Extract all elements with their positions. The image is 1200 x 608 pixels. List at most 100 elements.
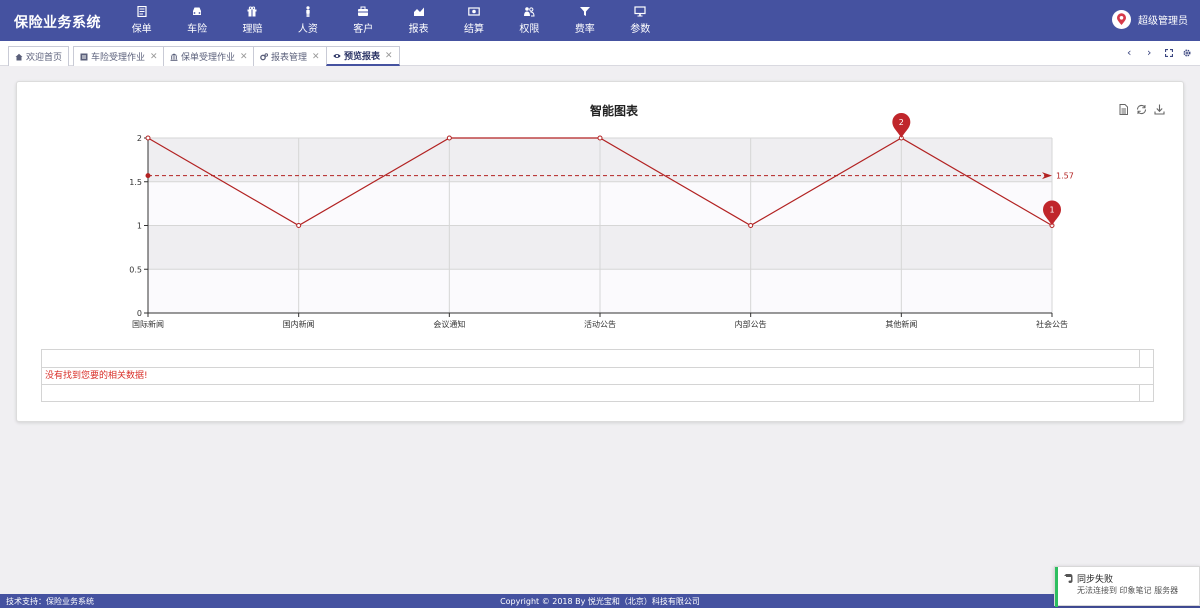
x-tick-label: 活动公告 (584, 319, 616, 329)
mark-point-label: 2 (899, 118, 904, 127)
data-point (446, 135, 452, 141)
close-icon[interactable]: ✕ (150, 52, 158, 62)
mark-line-label: 1.57 (1056, 172, 1074, 181)
tab-label: 车险受理作业 (91, 53, 146, 63)
nav-item-permissions[interactable]: 权限 (502, 0, 557, 41)
nav-item-label: 参数 (630, 24, 651, 35)
nav-item-label: 客户 (353, 24, 374, 35)
x-tick-label: 其他新闻 (885, 319, 917, 329)
tab-label: 保单受理作业 (181, 53, 236, 63)
empty-message: 没有找到您要的相关数据! (42, 368, 1153, 385)
nav-item-parameters[interactable]: 参数 (613, 0, 668, 41)
gift-icon (247, 6, 257, 17)
prev-icon[interactable]: ‹ (1127, 46, 1131, 59)
nav-item-label: 结算 (464, 24, 485, 35)
gears-icon (260, 52, 268, 60)
nav-item-label: 权限 (519, 24, 540, 35)
tab-welcome[interactable]: 欢迎首页 (8, 46, 70, 66)
bank-icon (170, 53, 178, 61)
next-icon[interactable]: › (1147, 46, 1151, 59)
tab-label: 预览报表 (344, 52, 381, 62)
filter-icon (579, 7, 590, 16)
line-chart: 0 0.5 1 1.5 2 国际新闻 国内新闻 会议通知 活动公告 内部公告 其他新闻 社会公告 智能图… (129, 103, 1074, 329)
nav-item-reports[interactable]: 报表 (391, 0, 446, 41)
briefcase-icon (358, 6, 369, 16)
person-icon (306, 6, 310, 17)
data-view-icon[interactable] (1118, 104, 1129, 115)
y-tick-label: 0.5 (129, 265, 142, 274)
table-header-row (42, 350, 1153, 368)
avatar (1112, 10, 1131, 29)
nav-item-hr[interactable]: 人资 (280, 0, 335, 41)
toast-message: 无法连接到 印象笔记 服务器 (1077, 586, 1179, 595)
nav-item-settlement[interactable]: 结算 (446, 0, 501, 41)
user-menu[interactable]: 超级管理员 (1112, 10, 1188, 29)
data-point (145, 135, 151, 141)
data-point (748, 223, 754, 228)
x-tick-label: 国内新闻 (283, 319, 315, 329)
chart-title: 智能图表 (589, 103, 639, 118)
toast-title: 同步失败 (1077, 575, 1114, 585)
y-tick-label: 2 (137, 134, 142, 143)
tab-preview-report[interactable]: 预览报表 ✕ (326, 46, 400, 66)
data-point (597, 135, 603, 141)
table-scroll-cell (1139, 385, 1153, 401)
data-table: 没有找到您要的相关数据! (41, 349, 1154, 402)
nav-item-label: 费率 (574, 24, 595, 35)
evernote-icon (1064, 574, 1073, 583)
mark-line-start-symbol (145, 173, 151, 179)
car-icon (193, 7, 202, 15)
monitor-icon (634, 6, 646, 17)
area-chart-icon (413, 7, 424, 16)
home-icon (15, 53, 23, 60)
nav-item-policy[interactable]: 保单 (114, 0, 169, 41)
chart-toolbox (1118, 104, 1165, 115)
x-tick-label: 社会公告 (1036, 319, 1068, 329)
sync-failed-toast[interactable]: 同步失败 无法连接到 印象笔记 服务器 (1054, 566, 1200, 607)
location-pin-icon (1117, 13, 1126, 25)
nav-item-customer[interactable]: 客户 (336, 0, 391, 41)
restore-icon[interactable] (1136, 104, 1147, 115)
tab-auto-acceptance[interactable]: 车险受理作业 ✕ (73, 46, 165, 66)
settings-icon[interactable] (1183, 49, 1191, 57)
x-tick-label: 内部公告 (735, 319, 767, 329)
close-icon[interactable]: ✕ (240, 52, 248, 62)
close-icon[interactable]: ✕ (385, 51, 393, 61)
user-name: 超级管理员 (1138, 16, 1188, 27)
tab-policy-acceptance[interactable]: 保单受理作业 ✕ (163, 46, 255, 66)
nav-item-rates[interactable]: 费率 (557, 0, 612, 41)
eye-icon (333, 53, 341, 58)
table-scroll-cell (1139, 350, 1153, 367)
data-point (296, 223, 302, 228)
nav-item-label: 理赔 (242, 24, 263, 35)
nav-item-claims[interactable]: 理赔 (225, 0, 280, 41)
save-image-icon[interactable] (1154, 104, 1165, 115)
nav-item-label: 车险 (187, 24, 208, 35)
y-tick-label: 1.5 (129, 178, 142, 187)
nav-item-auto[interactable]: 车险 (169, 0, 224, 41)
document-icon (137, 6, 147, 17)
y-tick-label: 0 (137, 309, 142, 318)
nav-item-label: 报表 (408, 24, 429, 35)
money-icon (468, 7, 480, 16)
users-icon (524, 7, 535, 17)
tab-label: 欢迎首页 (26, 53, 63, 63)
report-panel: 0 0.5 1 1.5 2 国际新闻 国内新闻 会议通知 活动公告 内部公告 其他新闻 社会公告 智能图… (16, 81, 1184, 422)
top-bar: 保险业务系统 保单 车险 理赔 人资 客户 报表 结算 权限 费率 参数 超级管… (0, 0, 1200, 41)
list-icon (80, 53, 88, 60)
main-nav: 保单 车险 理赔 人资 客户 报表 结算 权限 费率 参数 (114, 0, 668, 41)
x-tick-label: 国际新闻 (132, 319, 164, 329)
x-tick-label: 会议通知 (433, 319, 465, 329)
table-footer-row (42, 385, 1153, 401)
y-tick-label: 1 (137, 222, 142, 231)
nav-item-label: 保单 (131, 24, 152, 35)
mark-point-label: 1 (1049, 206, 1054, 215)
close-icon[interactable]: ✕ (312, 52, 320, 62)
fullscreen-icon[interactable] (1165, 49, 1173, 57)
tab-label: 报表管理 (271, 53, 308, 63)
tab-bar: 欢迎首页 车险受理作业 ✕ 保单受理作业 ✕ 报表管理 ✕ 预览报表 ✕ ‹ › (0, 41, 1200, 66)
footer-copyright: Copyright © 2018 By 悦光宝和（北京）科技有限公司 (500, 597, 700, 606)
footer-support: 技术支持：保险业务系统 (6, 597, 94, 606)
footer: Copyright © 2018 By 悦光宝和（北京）科技有限公司 技术支持：… (0, 594, 1200, 608)
tab-report-management[interactable]: 报表管理 ✕ (253, 46, 327, 66)
